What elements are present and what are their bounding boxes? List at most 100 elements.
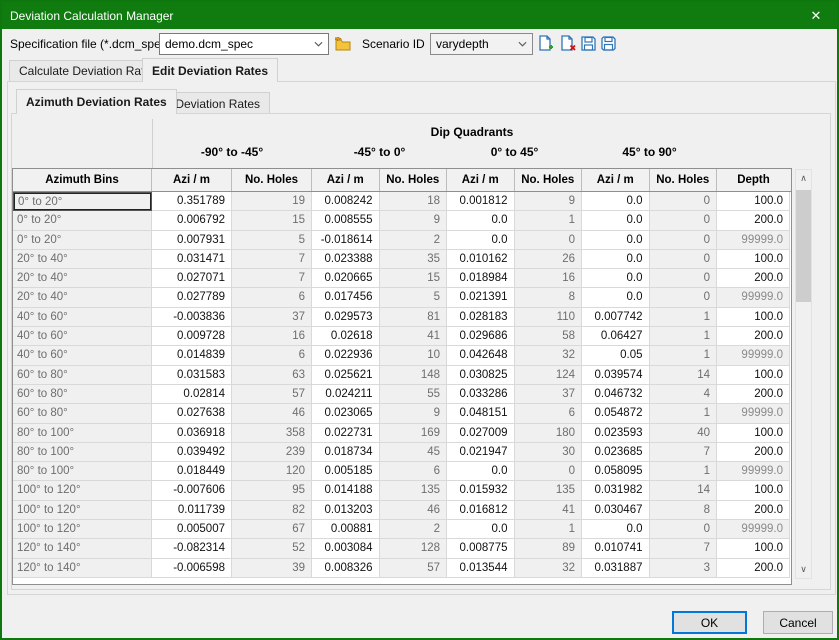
cell-no-holes[interactable]: 358 (232, 424, 312, 443)
scrollbar-thumb[interactable] (796, 190, 811, 302)
cell-azimuth-bin[interactable]: 100° to 120° (13, 481, 152, 500)
column-header-no-holes[interactable]: No. Holes (515, 169, 583, 191)
cell-no-holes[interactable]: 0 (650, 250, 718, 269)
cell-azi-per-m[interactable]: 0.029686 (447, 327, 515, 346)
cell-no-holes[interactable]: 14 (650, 481, 718, 500)
cell-no-holes[interactable]: 63 (232, 366, 312, 385)
cell-no-holes[interactable]: 110 (515, 308, 583, 327)
cell-azi-per-m[interactable]: 0.0 (582, 288, 650, 307)
cell-azi-per-m[interactable]: 0.039492 (152, 443, 232, 462)
cell-azi-per-m[interactable]: 0.018734 (312, 443, 380, 462)
cell-azi-per-m[interactable]: 0.027071 (152, 269, 232, 288)
cell-no-holes[interactable]: 46 (380, 501, 448, 520)
delete-scenario-button[interactable] (558, 34, 577, 53)
cell-azi-per-m[interactable]: 0.015932 (447, 481, 515, 500)
cell-depth[interactable]: 99999.0 (717, 288, 790, 307)
cell-depth[interactable]: 100.0 (717, 481, 790, 500)
cell-no-holes[interactable]: 2 (380, 520, 448, 539)
cell-azimuth-bin[interactable]: 20° to 40° (13, 288, 152, 307)
cell-no-holes[interactable]: 1 (650, 308, 718, 327)
cell-azimuth-bin[interactable]: 120° to 140° (13, 559, 152, 578)
cell-depth[interactable]: 100.0 (717, 424, 790, 443)
cell-no-holes[interactable]: 0 (650, 192, 718, 211)
cell-azi-per-m[interactable]: -0.082314 (152, 539, 232, 558)
cell-no-holes[interactable]: 0 (650, 269, 718, 288)
cell-azi-per-m[interactable]: 0.007742 (582, 308, 650, 327)
cell-no-holes[interactable]: 4 (650, 385, 718, 404)
cell-azimuth-bin[interactable]: 0° to 20° (13, 211, 152, 230)
cell-azi-per-m[interactable]: 0.0 (582, 231, 650, 250)
column-header-no-holes[interactable]: No. Holes (650, 169, 718, 191)
cell-azi-per-m[interactable]: 0.008326 (312, 559, 380, 578)
cell-no-holes[interactable]: 30 (515, 443, 583, 462)
cell-no-holes[interactable]: 14 (650, 366, 718, 385)
cell-no-holes[interactable]: 9 (515, 192, 583, 211)
cell-azi-per-m[interactable]: 0.005185 (312, 462, 380, 481)
cell-no-holes[interactable]: 57 (380, 559, 448, 578)
cell-depth[interactable]: 200.0 (717, 327, 790, 346)
cell-no-holes[interactable]: 15 (380, 269, 448, 288)
cell-no-holes[interactable]: 7 (650, 443, 718, 462)
cell-azi-per-m[interactable]: 0.008775 (447, 539, 515, 558)
cell-azi-per-m[interactable]: 0.008555 (312, 211, 380, 230)
cell-azi-per-m[interactable]: 0.010741 (582, 539, 650, 558)
cell-depth[interactable]: 200.0 (717, 211, 790, 230)
cell-azi-per-m[interactable]: 0.039574 (582, 366, 650, 385)
cell-azi-per-m[interactable]: 0.033286 (447, 385, 515, 404)
cell-azi-per-m[interactable]: 0.023065 (312, 404, 380, 423)
cell-azi-per-m[interactable]: 0.0 (582, 192, 650, 211)
cell-azi-per-m[interactable]: 0.0 (447, 520, 515, 539)
cell-no-holes[interactable]: 16 (515, 269, 583, 288)
cell-azi-per-m[interactable]: 0.027789 (152, 288, 232, 307)
scenario-id-combobox[interactable]: varydepth (430, 33, 533, 55)
cell-no-holes[interactable]: 10 (380, 346, 448, 365)
cell-azi-per-m[interactable]: 0.0 (582, 269, 650, 288)
cell-depth[interactable]: 100.0 (717, 308, 790, 327)
cell-depth[interactable]: 200.0 (717, 559, 790, 578)
cell-azi-per-m[interactable]: 0.022731 (312, 424, 380, 443)
cell-azi-per-m[interactable]: -0.018614 (312, 231, 380, 250)
cell-azi-per-m[interactable]: 0.023388 (312, 250, 380, 269)
cell-depth[interactable]: 200.0 (717, 501, 790, 520)
column-header-azi-per-m[interactable]: Azi / m (312, 169, 380, 191)
cell-azimuth-bin[interactable]: 80° to 100° (13, 443, 152, 462)
cell-azimuth-bin[interactable]: 80° to 100° (13, 424, 152, 443)
cell-no-holes[interactable]: 120 (232, 462, 312, 481)
cell-azi-per-m[interactable]: 0.003084 (312, 539, 380, 558)
column-header-depth[interactable]: Depth (717, 169, 790, 191)
cell-azi-per-m[interactable]: -0.006598 (152, 559, 232, 578)
close-icon[interactable]: ✕ (795, 2, 837, 29)
cell-azimuth-bin[interactable]: 100° to 120° (13, 520, 152, 539)
cell-depth[interactable]: 100.0 (717, 250, 790, 269)
cell-azi-per-m[interactable]: 0.018984 (447, 269, 515, 288)
cell-azi-per-m[interactable]: 0.031583 (152, 366, 232, 385)
vertical-scrollbar[interactable]: ∧ ∨ (795, 169, 812, 579)
cell-azi-per-m[interactable]: 0.025621 (312, 366, 380, 385)
cell-no-holes[interactable]: 46 (232, 404, 312, 423)
cell-azi-per-m[interactable]: 0.046732 (582, 385, 650, 404)
cell-no-holes[interactable]: 41 (380, 327, 448, 346)
cell-azi-per-m[interactable]: 0.029573 (312, 308, 380, 327)
cell-no-holes[interactable]: 41 (515, 501, 583, 520)
cell-azi-per-m[interactable]: 0.021947 (447, 443, 515, 462)
cell-azi-per-m[interactable]: -0.003836 (152, 308, 232, 327)
cell-azi-per-m[interactable]: 0.020665 (312, 269, 380, 288)
cell-azi-per-m[interactable]: 0.027638 (152, 404, 232, 423)
cell-azi-per-m[interactable]: 0.054872 (582, 404, 650, 423)
cell-azi-per-m[interactable]: 0.023593 (582, 424, 650, 443)
cell-no-holes[interactable]: 1 (515, 520, 583, 539)
cell-no-holes[interactable]: 0 (515, 462, 583, 481)
cell-depth[interactable]: 200.0 (717, 443, 790, 462)
cell-azi-per-m[interactable]: 0.351789 (152, 192, 232, 211)
cell-azi-per-m[interactable]: 0.018449 (152, 462, 232, 481)
cell-azi-per-m[interactable]: 0.024211 (312, 385, 380, 404)
cell-azi-per-m[interactable]: 0.02814 (152, 385, 232, 404)
cell-no-holes[interactable]: 18 (380, 192, 448, 211)
cell-no-holes[interactable]: 7 (650, 539, 718, 558)
cell-no-holes[interactable]: 16 (232, 327, 312, 346)
title-bar[interactable]: Deviation Calculation Manager ✕ (2, 2, 837, 29)
cell-azi-per-m[interactable]: 0.058095 (582, 462, 650, 481)
cell-no-holes[interactable]: 57 (232, 385, 312, 404)
cell-no-holes[interactable]: 58 (515, 327, 583, 346)
cell-azimuth-bin[interactable]: 80° to 100° (13, 462, 152, 481)
